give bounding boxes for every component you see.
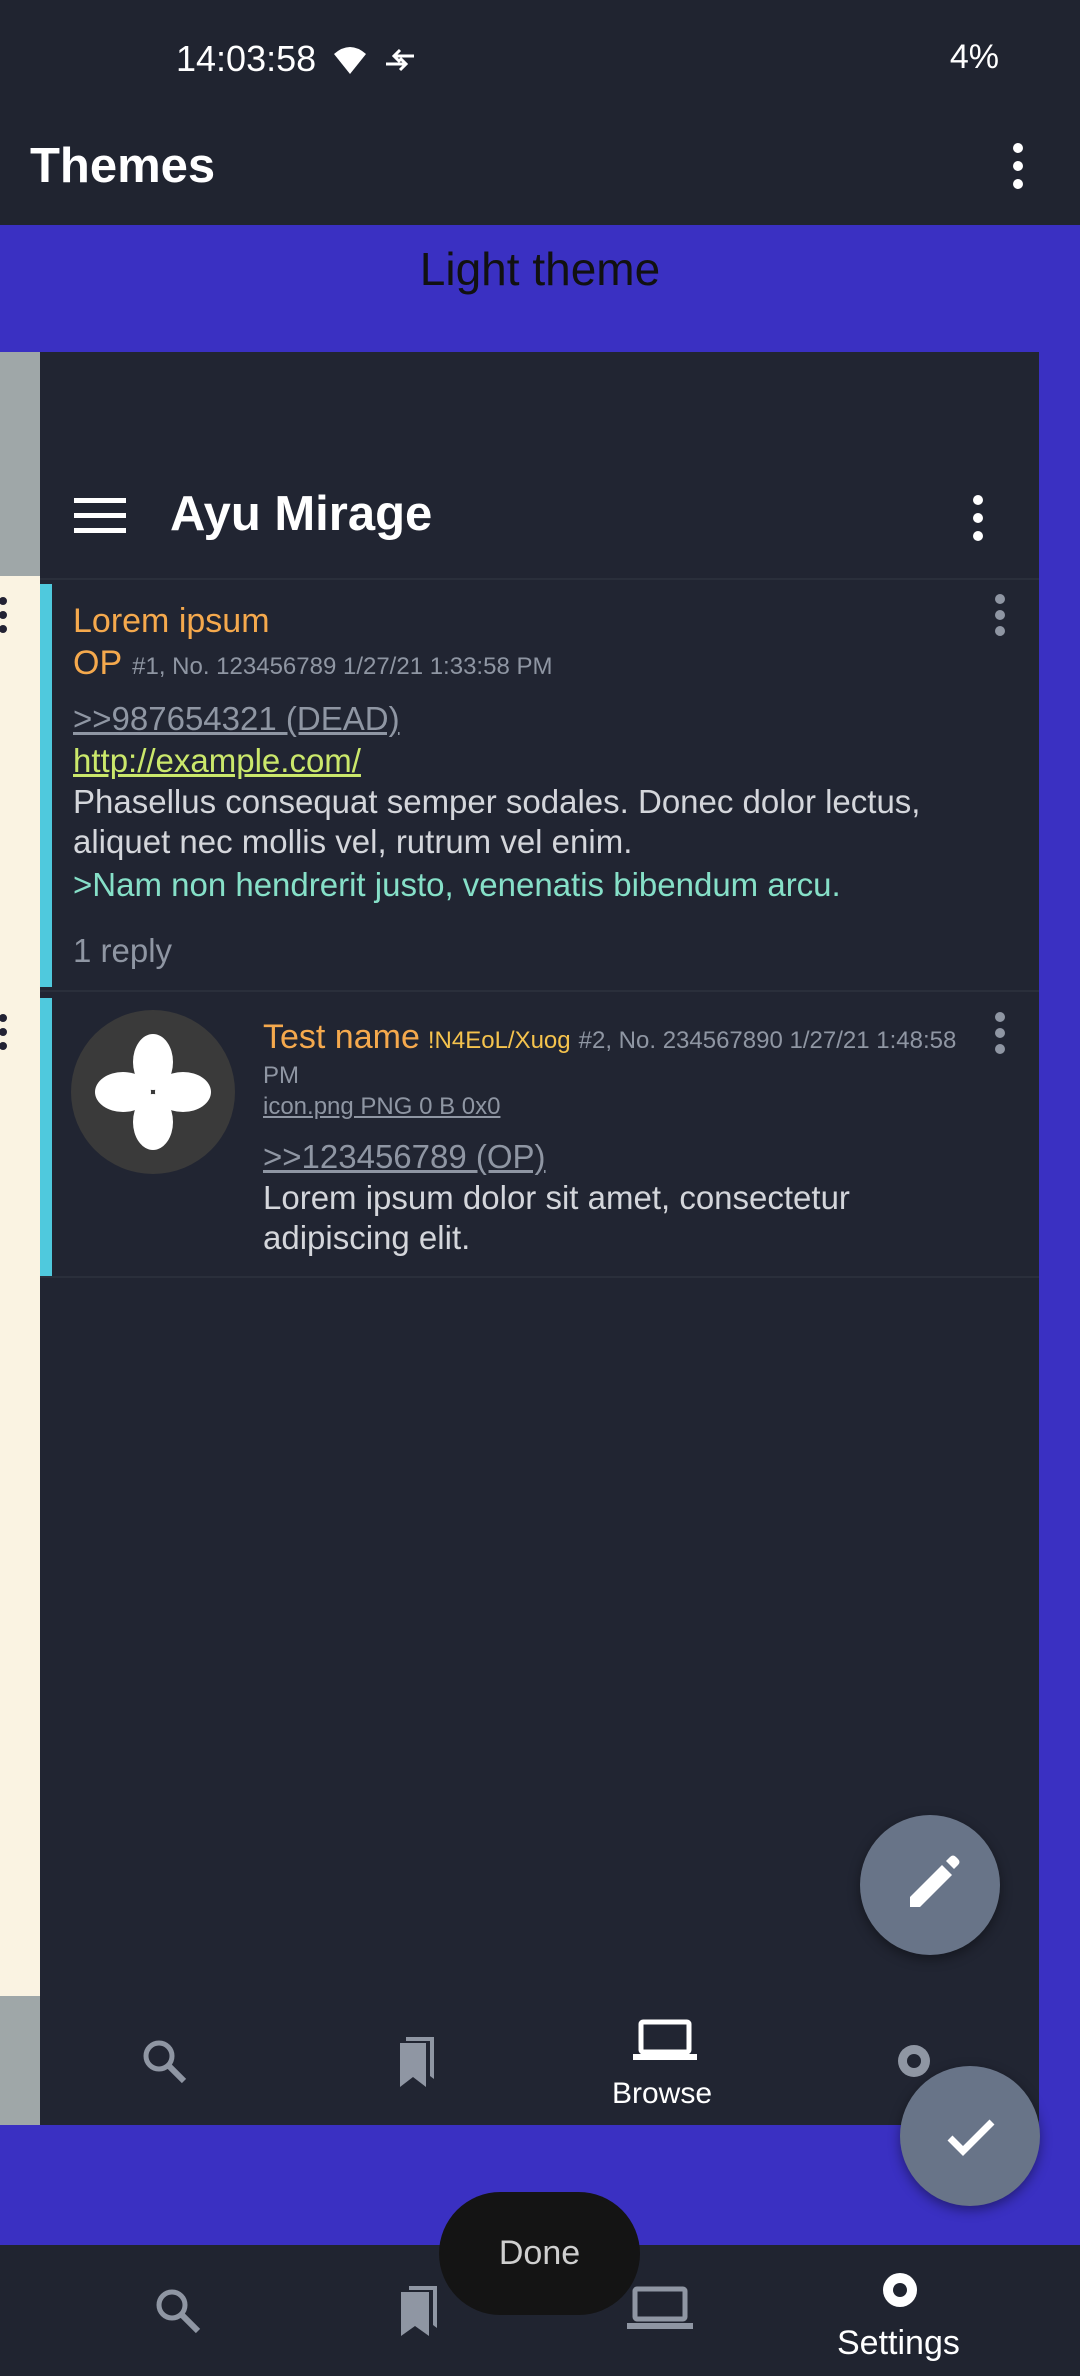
- checkmark-icon: [947, 2119, 995, 2156]
- overflow-menu-icon[interactable]: [1004, 140, 1032, 192]
- post-quote-link: >>123456789 (OP): [263, 1138, 546, 1175]
- pencil-icon: [910, 1855, 960, 1907]
- toast-text: Done: [498, 2234, 581, 2272]
- status-bar: [0, 0, 1080, 120]
- tripcode: !N4EoL/Xuog: [427, 1027, 571, 1054]
- post-header: OP #1, No. 123456789 1/27/21 1:33:58 PM: [73, 644, 552, 683]
- preview-nav-browse: Browse: [612, 2077, 713, 2110]
- post-url-link: http://example.com/: [73, 742, 361, 779]
- previous-theme-nav: [0, 1996, 40, 2125]
- overflow-menu-icon: [973, 495, 983, 541]
- battery-level: 4%: [949, 38, 999, 76]
- done-toast: Done: [439, 2192, 640, 2315]
- post-body: Phasellus consequat semper sodales. Done…: [73, 783, 921, 860]
- compose-fab: [860, 1815, 1000, 1955]
- bookmarks-icon[interactable]: [393, 2280, 445, 2338]
- post-accent-bar: [40, 998, 52, 1276]
- post-quote-link: >>987654321 (DEAD): [73, 700, 400, 737]
- poster-name: Test name: [263, 1018, 420, 1056]
- status-time: 14:03:58: [176, 38, 317, 79]
- theme-label: Light theme: [419, 243, 661, 295]
- post-thumbnail: [71, 1010, 235, 1174]
- post-meta: #1, No. 123456789 1/27/21 1:33:58 PM: [132, 653, 553, 680]
- data-transfer-icon: [386, 48, 414, 72]
- post-file-info: icon.png PNG 0 B 0x0: [263, 1093, 501, 1120]
- clover-icon: [95, 1034, 211, 1150]
- poster-name: OP: [73, 644, 123, 682]
- reply-count: 1 reply: [73, 932, 173, 969]
- post-greentext: >Nam non hendrerit justo, venenatis bibe…: [73, 866, 841, 903]
- post-options-icon: [995, 1012, 1005, 1054]
- post-options-icon: [995, 594, 1005, 636]
- laptop-icon[interactable]: [627, 2285, 693, 2331]
- laptop-icon: [633, 2019, 697, 2060]
- search-icon[interactable]: [152, 2285, 202, 2335]
- search-icon: [143, 2040, 187, 2084]
- post-meta-cont: PM: [263, 1062, 299, 1089]
- wifi-icon: [334, 47, 366, 74]
- nav-settings-label[interactable]: Settings: [837, 2324, 960, 2363]
- post-subject: Lorem ipsum: [73, 602, 270, 640]
- apply-theme-fab[interactable]: [900, 2066, 1040, 2206]
- post-accent-bar: [40, 584, 52, 987]
- bookmarks-icon: [400, 2037, 434, 2087]
- page-title: Themes: [30, 139, 216, 193]
- hamburger-menu-icon: [74, 498, 126, 533]
- preview-title: Ayu Mirage: [170, 487, 433, 541]
- post-header: Test name !N4EoL/Xuog #2, No. 234567890 …: [263, 1018, 956, 1057]
- post-meta: #2, No. 234567890 1/27/21 1:48:58: [578, 1027, 957, 1054]
- post-body: Lorem ipsum dolor sit amet, consectetur …: [263, 1179, 850, 1256]
- overflow-dots-icon: [0, 597, 7, 633]
- settings-gear-icon[interactable]: [874, 2264, 926, 2316]
- overflow-dots-icon: [0, 1014, 7, 1050]
- previous-theme-toolbar: [0, 352, 40, 576]
